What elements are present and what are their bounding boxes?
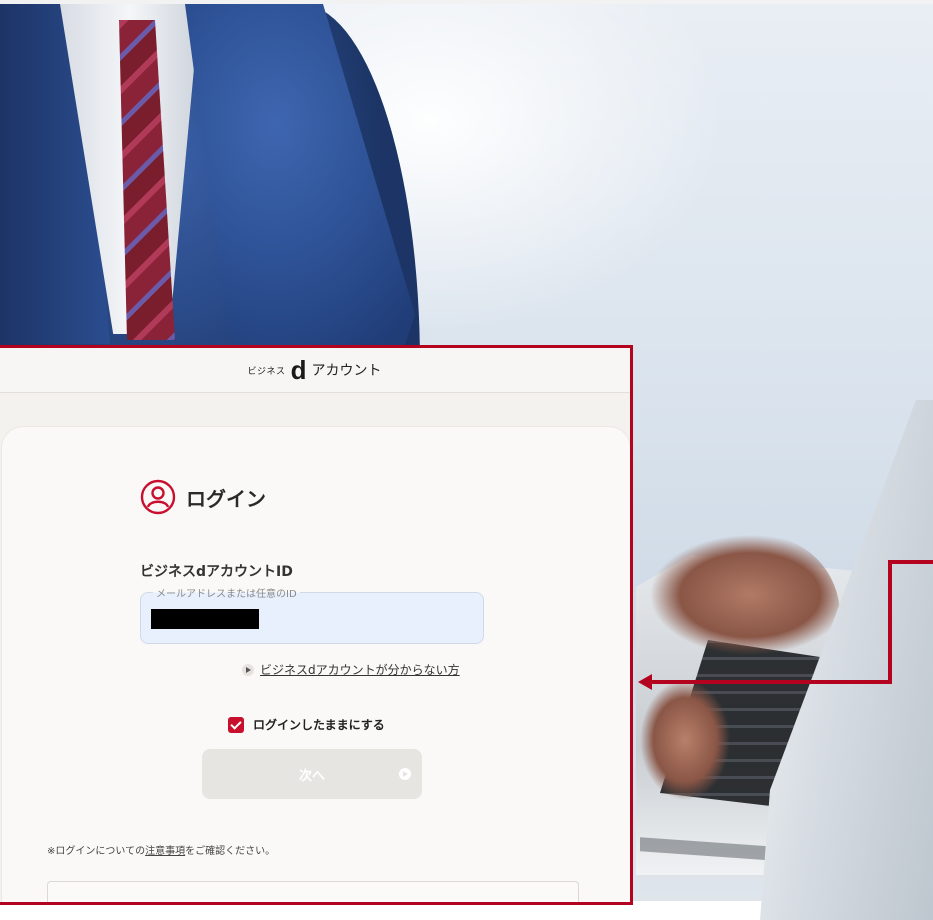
typing-hand (640, 535, 840, 675)
page-title: ログイン (186, 486, 266, 511)
callout-arrow-icon (638, 674, 652, 690)
keep-logged-in-row[interactable]: ログインしたままにする (228, 716, 385, 733)
notice-suffix: をご確認ください。 (185, 846, 276, 857)
user-circle-icon (140, 479, 176, 515)
id-input-placeholder: メールアドレスまたは任意のID (153, 585, 300, 600)
brand-prefix: ビジネス (247, 366, 286, 377)
keep-logged-in-label: ログインしたままにする (253, 718, 385, 732)
play-icon (242, 663, 254, 676)
next-button-label: 次へ (298, 768, 325, 784)
arrow-right-icon (399, 768, 411, 780)
brand-suffix: アカウント (311, 363, 382, 379)
info-box (47, 881, 579, 902)
callout-line-horizontal (650, 680, 892, 684)
callout-line-vertical (888, 560, 892, 684)
login-title-row: ログイン (140, 479, 266, 515)
login-card: ログイン ビジネスdアカウントID メールアドレスまたは任意のID ビジネスdア… (1, 426, 630, 902)
login-callout-panel: ビジネス d アカウント ログイン ビジネスdアカウントID メールアドレスまた… (0, 345, 633, 905)
panel-header: ビジネス d アカウント (0, 348, 630, 393)
forgot-id-link[interactable]: ビジネスdアカウントが分からない方 (260, 661, 460, 678)
typing-hand-left (640, 680, 730, 800)
id-label: ビジネスdアカウントID (140, 564, 293, 580)
next-button[interactable]: 次へ (202, 749, 422, 799)
login-notice: ※ログインについての注意事項をご確認ください。 (47, 842, 275, 857)
notice-prefix: ※ログインについての (47, 846, 146, 857)
brand-logo: ビジネス d アカウント (248, 357, 382, 383)
id-input[interactable]: メールアドレスまたは任意のID (140, 585, 484, 644)
notice-link[interactable]: 注意事項 (145, 846, 185, 857)
forgot-id-row[interactable]: ビジネスdアカウントが分からない方 (242, 661, 460, 678)
brand-d: d (290, 355, 307, 385)
callout-line-top (888, 560, 933, 564)
redacted-id-value (151, 609, 259, 629)
keep-logged-in-checkbox[interactable] (228, 716, 244, 733)
